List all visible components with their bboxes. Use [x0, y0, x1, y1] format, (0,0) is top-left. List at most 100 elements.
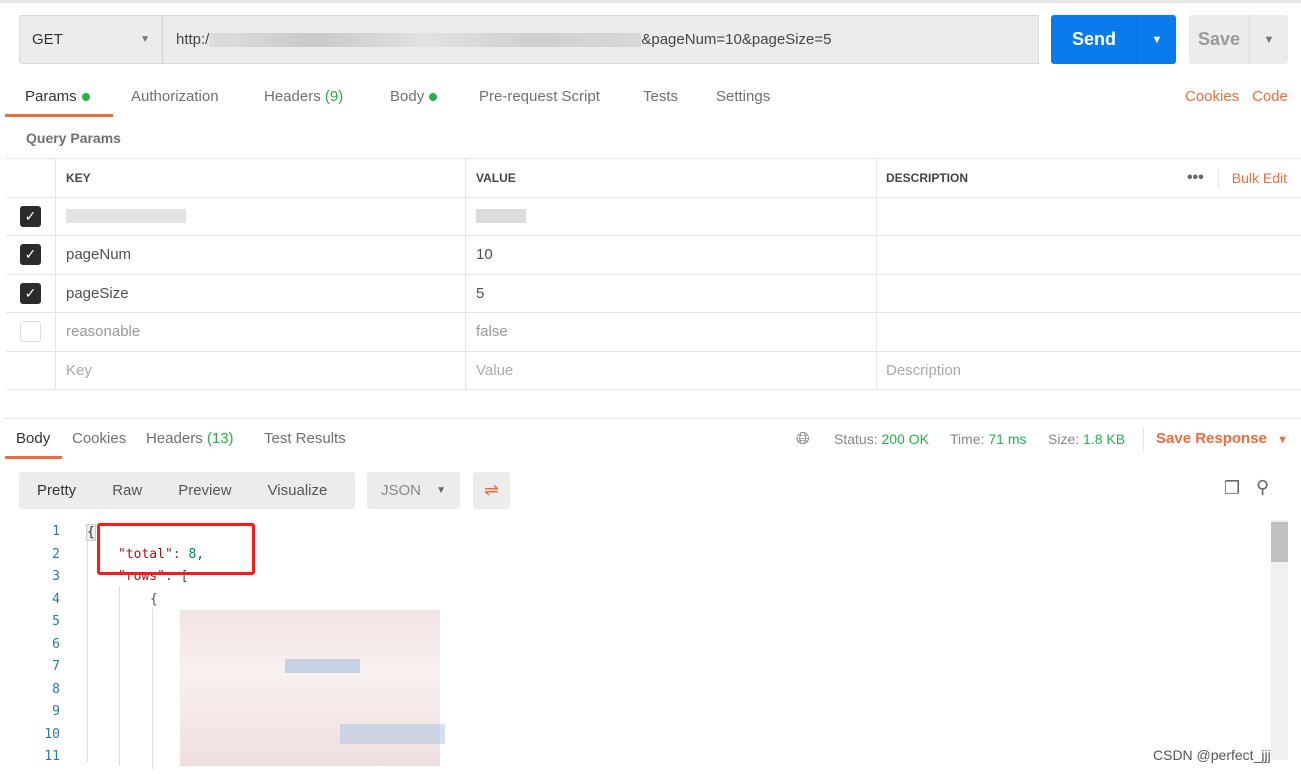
description-cell[interactable]: [877, 198, 1301, 236]
top-border: [0, 0, 1301, 3]
line-number: 3: [52, 569, 60, 584]
key-cell[interactable]: pageSize: [56, 274, 466, 312]
tab-params[interactable]: Params: [25, 88, 90, 105]
save-button[interactable]: Save ▼: [1189, 15, 1288, 64]
time-info: Time: 71 ms: [950, 431, 1027, 447]
code-brace: {: [150, 591, 158, 607]
response-tab-cookies[interactable]: Cookies: [72, 430, 126, 447]
headers-count: (9): [324, 88, 344, 105]
status-label: Status:: [834, 431, 878, 447]
highlight-box: [97, 523, 255, 575]
line-number: 4: [52, 591, 60, 607]
tab-headers[interactable]: Headers (9): [264, 88, 343, 105]
line-number: 10: [44, 726, 60, 742]
code-link[interactable]: Code: [1252, 88, 1288, 105]
new-key-input[interactable]: Key: [56, 351, 466, 389]
key-cell[interactable]: pageNum: [56, 236, 466, 274]
description-header: DESCRIPTION ••• Bulk Edit: [877, 159, 1301, 197]
view-preview[interactable]: Preview: [160, 482, 249, 499]
line-number: 2: [52, 546, 60, 562]
format-label: JSON: [381, 482, 422, 499]
format-select[interactable]: JSON ▼: [367, 472, 460, 509]
time-label: Time:: [950, 431, 985, 447]
table-row: ✓ pageNum 10: [6, 236, 1301, 275]
divider: [1143, 427, 1144, 451]
more-icon[interactable]: •••: [1187, 168, 1219, 187]
table-row: ✓: [6, 197, 1301, 236]
size-info: Size: 1.8 KB: [1048, 431, 1125, 447]
description-label: DESCRIPTION: [886, 170, 969, 185]
new-description-input[interactable]: Description: [877, 352, 1301, 390]
code-brace: {: [86, 524, 96, 541]
table-row: reasonable false: [6, 313, 1301, 352]
save-label: Save: [1197, 29, 1241, 49]
tab-body[interactable]: Body: [390, 88, 438, 105]
active-dot-icon: [429, 93, 438, 102]
time-value: 71 ms: [988, 431, 1027, 447]
tab-label: Params: [25, 88, 77, 105]
tab-settings[interactable]: Settings: [716, 88, 770, 105]
response-tab-headers[interactable]: Headers (13): [146, 430, 234, 447]
cookies-link[interactable]: Cookies: [1185, 88, 1239, 105]
value-cell[interactable]: 5: [466, 274, 877, 312]
row-checkbox[interactable]: ✓: [20, 244, 41, 266]
watermark: CSDN @perfect_jjj: [1153, 747, 1271, 763]
chevron-down-icon: ▼: [436, 485, 446, 496]
active-dot-icon: [81, 93, 90, 102]
line-number: 6: [52, 636, 60, 652]
row-checkbox[interactable]: [20, 321, 41, 343]
wrap-lines-icon[interactable]: ⇌: [473, 472, 510, 509]
url-redacted: [209, 32, 642, 47]
tab-authorization[interactable]: Authorization: [131, 88, 219, 105]
save-response-label: Save Response: [1156, 430, 1267, 447]
save-dropdown-icon[interactable]: ▼: [1249, 15, 1288, 64]
line-number: 7: [52, 659, 60, 674]
size-value: 1.8 KB: [1083, 431, 1126, 447]
key-header: KEY: [56, 159, 466, 197]
response-tab-test-results[interactable]: Test Results: [264, 430, 346, 447]
view-raw[interactable]: Raw: [94, 482, 160, 499]
key-cell[interactable]: [56, 197, 466, 235]
row-checkbox[interactable]: ✓: [20, 282, 41, 304]
response-tab-body[interactable]: Body: [16, 430, 50, 447]
url-prefix: http:/: [176, 31, 210, 48]
bulk-edit-link[interactable]: Bulk Edit: [1232, 170, 1287, 186]
line-number: 11: [44, 749, 60, 761]
tab-label: Headers: [146, 430, 203, 447]
value-cell[interactable]: 10: [466, 236, 877, 274]
tab-label: Body: [390, 88, 425, 105]
value-cell[interactable]: [466, 197, 877, 235]
scrollbar-thumb[interactable]: [1271, 522, 1288, 562]
header-checkbox-cell: [6, 159, 56, 197]
send-button[interactable]: Send ▼: [1051, 15, 1176, 64]
method-label: GET: [32, 31, 63, 48]
search-icon[interactable]: ⚲: [1256, 477, 1269, 498]
tab-pre-request-script[interactable]: Pre-request Script: [479, 88, 600, 105]
value-cell[interactable]: false: [466, 313, 877, 351]
new-value-input[interactable]: Value: [466, 351, 877, 389]
active-tab-underline: [5, 456, 62, 459]
view-visualize[interactable]: Visualize: [250, 482, 346, 499]
copy-icon[interactable]: ❐: [1224, 478, 1240, 499]
send-dropdown-icon[interactable]: ▼: [1137, 15, 1176, 64]
row-checkbox[interactable]: ✓: [20, 205, 41, 227]
value-redacted: [476, 209, 526, 224]
view-pretty[interactable]: Pretty: [19, 482, 94, 499]
line-number: 9: [52, 704, 60, 719]
status-value: 200 OK: [881, 431, 929, 447]
send-label: Send: [1071, 29, 1116, 49]
save-response-button[interactable]: Save Response ▼: [1156, 430, 1288, 447]
url-input[interactable]: http:/ &pageNum=10&pageSize=5: [162, 15, 1039, 64]
tab-tests[interactable]: Tests: [643, 88, 678, 105]
method-select[interactable]: GET ▼: [19, 15, 163, 64]
description-cell[interactable]: [877, 275, 1301, 313]
view-mode-toolbar: Pretty Raw Preview Visualize: [19, 472, 355, 509]
tab-label: Headers: [264, 88, 321, 105]
globe-icon[interactable]: 🌐︎: [796, 429, 810, 449]
key-cell[interactable]: reasonable: [56, 313, 466, 351]
description-cell[interactable]: [877, 236, 1301, 274]
chevron-down-icon: ▼: [140, 34, 150, 45]
chevron-down-icon: ▼: [1277, 434, 1288, 446]
params-table: KEY VALUE DESCRIPTION ••• Bulk Edit ✓ ✓ pa…: [6, 158, 1301, 390]
description-cell[interactable]: [877, 313, 1301, 351]
